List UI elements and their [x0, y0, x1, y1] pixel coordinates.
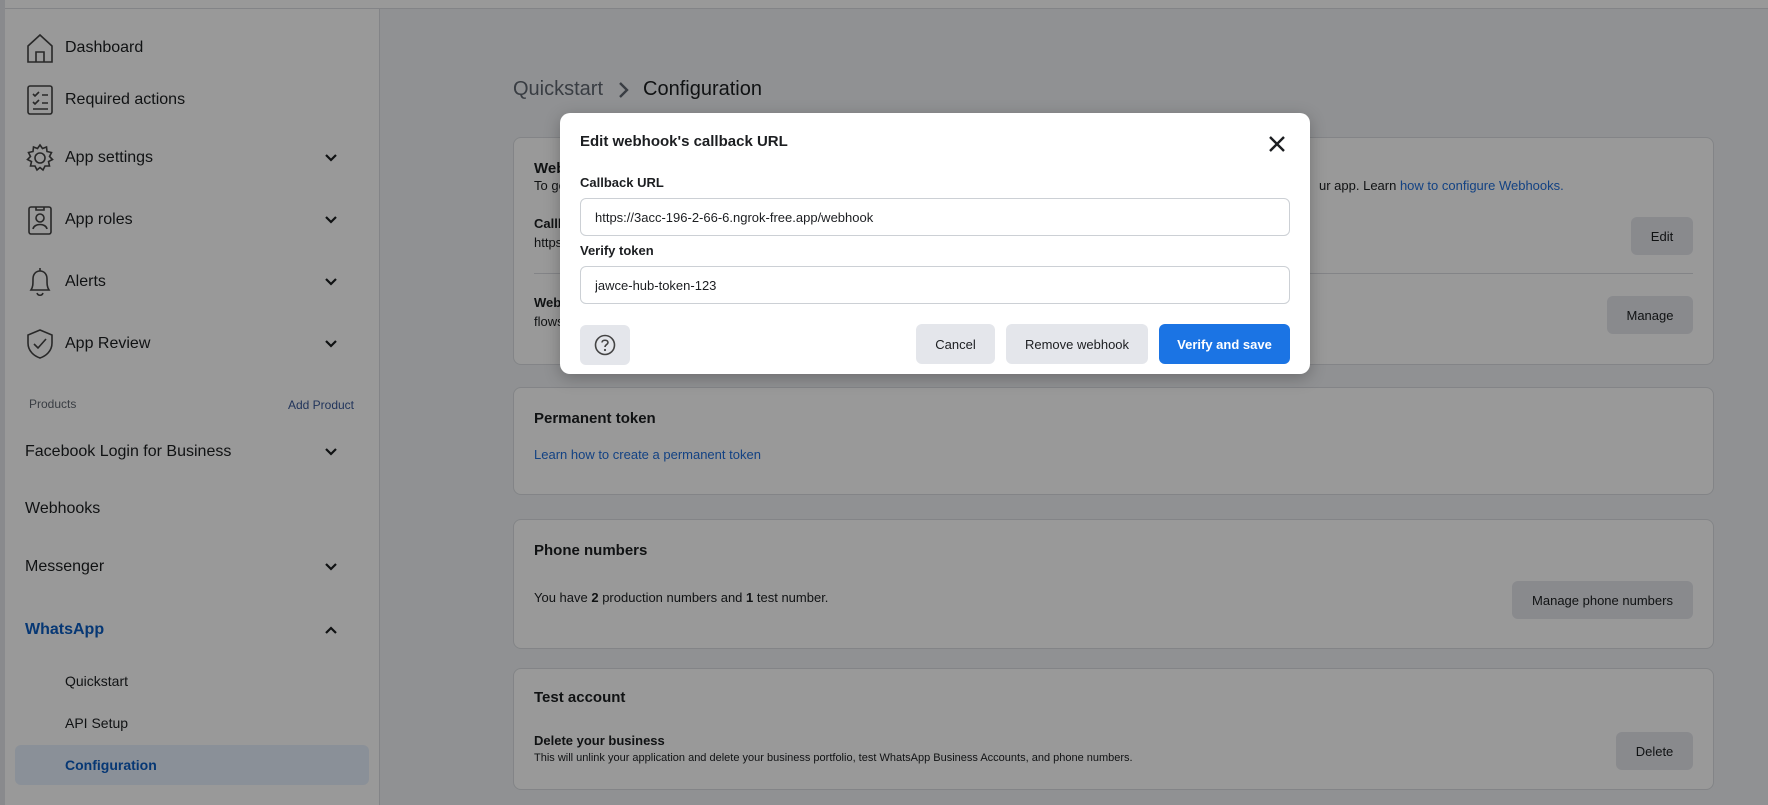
verify-token-label: Verify token [580, 243, 654, 258]
help-button[interactable] [580, 325, 630, 365]
callback-url-label: Callback URL [580, 175, 664, 190]
modal-title: Edit webhook's callback URL [580, 133, 788, 150]
edit-webhook-modal: Edit webhook's callback URL Callback URL… [560, 113, 1310, 374]
callback-url-input[interactable] [580, 198, 1290, 236]
cancel-button[interactable]: Cancel [916, 324, 995, 364]
verify-and-save-button[interactable]: Verify and save [1159, 324, 1290, 364]
remove-webhook-button[interactable]: Remove webhook [1006, 324, 1148, 364]
verify-token-input[interactable] [580, 266, 1290, 304]
question-circle-icon [594, 334, 616, 356]
close-icon[interactable] [1266, 133, 1288, 155]
